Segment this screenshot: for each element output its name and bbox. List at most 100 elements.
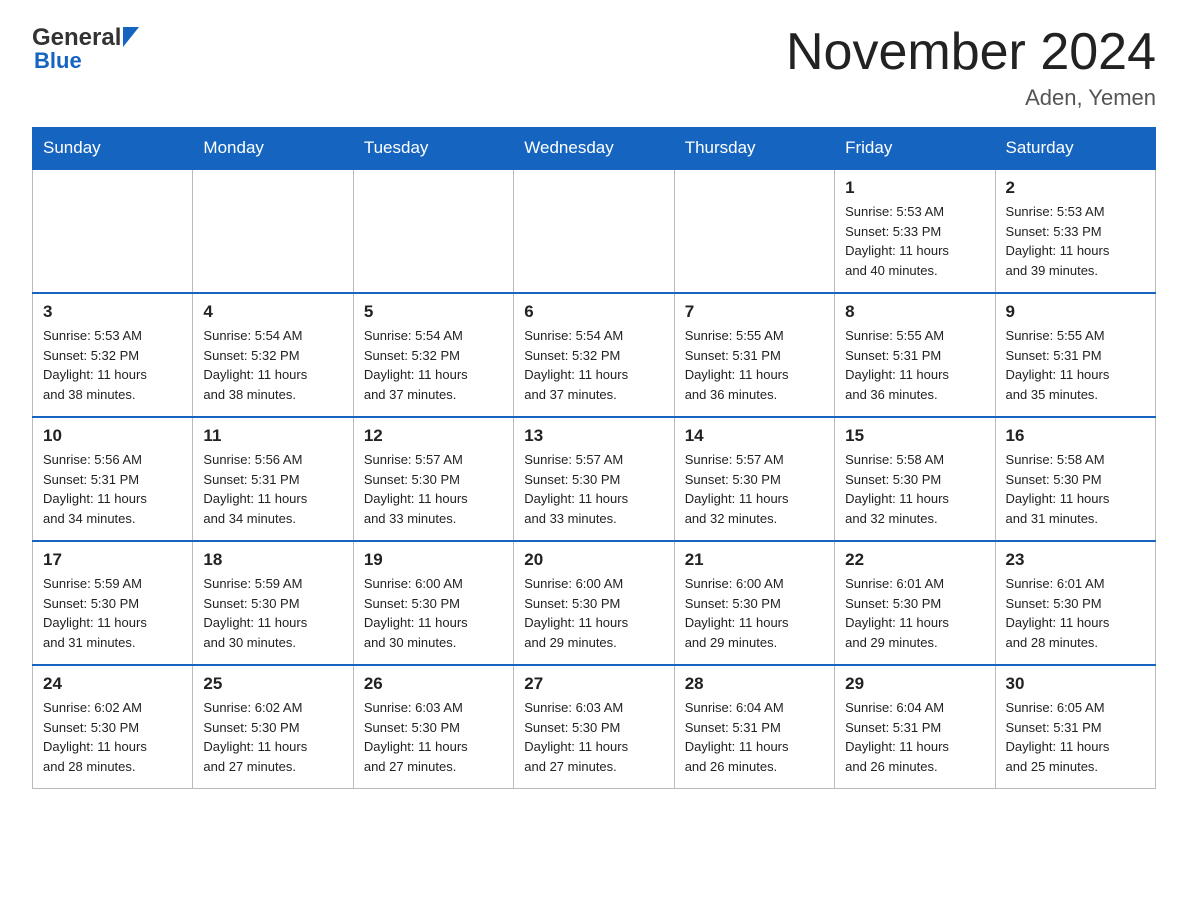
day-number: 18: [203, 550, 342, 570]
day-number: 19: [364, 550, 503, 570]
day-number: 1: [845, 178, 984, 198]
day-number: 17: [43, 550, 182, 570]
day-number: 24: [43, 674, 182, 694]
day-number: 9: [1006, 302, 1145, 322]
day-info: Sunrise: 5:54 AM Sunset: 5:32 PM Dayligh…: [524, 326, 663, 404]
day-info: Sunrise: 5:53 AM Sunset: 5:32 PM Dayligh…: [43, 326, 182, 404]
calendar-cell: 7Sunrise: 5:55 AM Sunset: 5:31 PM Daylig…: [674, 293, 834, 417]
calendar-cell: 8 Sunrise: 5:55 AM Sunset: 5:31 PM Daylig…: [835, 293, 995, 417]
calendar-cell: [514, 169, 674, 293]
day-number: 12: [364, 426, 503, 446]
day-number: 22: [845, 550, 984, 570]
calendar-week-row: 1 Sunrise: 5:53 AM Sunset: 5:33 PM Daylig…: [33, 169, 1156, 293]
day-number: 3: [43, 302, 182, 322]
day-info: Sunrise: 5:55 AM Sunset: 5:31 PM Dayligh…: [845, 326, 984, 404]
calendar-cell: 18Sunrise: 5:59 AM Sunset: 5:30 PM Dayli…: [193, 541, 353, 665]
day-number: 11: [203, 426, 342, 446]
calendar-cell: 21 Sunrise: 6:00 AM Sunset: 5:30 PM Dayli…: [674, 541, 834, 665]
day-number: 27: [524, 674, 663, 694]
calendar-cell: 9 Sunrise: 5:55 AM Sunset: 5:31 PM Daylig…: [995, 293, 1155, 417]
day-info: Sunrise: 5:53 AM Sunset: 5:33 PM Dayligh…: [845, 202, 984, 280]
calendar-cell: 24Sunrise: 6:02 AM Sunset: 5:30 PM Dayli…: [33, 665, 193, 789]
calendar-cell: [674, 169, 834, 293]
column-header-saturday: Saturday: [995, 128, 1155, 170]
day-number: 28: [685, 674, 824, 694]
column-header-friday: Friday: [835, 128, 995, 170]
logo-blue-text: Blue: [34, 48, 82, 74]
column-header-monday: Monday: [193, 128, 353, 170]
page-header: General Blue November 2024 Aden, Yemen: [32, 24, 1156, 111]
day-number: 7: [685, 302, 824, 322]
title-area: November 2024 Aden, Yemen: [786, 24, 1156, 111]
column-header-thursday: Thursday: [674, 128, 834, 170]
day-info: Sunrise: 6:04 AM Sunset: 5:31 PM Dayligh…: [685, 698, 824, 776]
calendar-cell: 25Sunrise: 6:02 AM Sunset: 5:30 PM Dayli…: [193, 665, 353, 789]
day-number: 26: [364, 674, 503, 694]
calendar-cell: 22 Sunrise: 6:01 AM Sunset: 5:30 PM Dayli…: [835, 541, 995, 665]
day-info: Sunrise: 6:00 AM Sunset: 5:30 PM Dayligh…: [524, 574, 663, 652]
calendar-cell: 17 Sunrise: 5:59 AM Sunset: 5:30 PM Dayli…: [33, 541, 193, 665]
calendar-cell: 27 Sunrise: 6:03 AM Sunset: 5:30 PM Dayli…: [514, 665, 674, 789]
day-number: 30: [1006, 674, 1145, 694]
calendar-cell: 12 Sunrise: 5:57 AM Sunset: 5:30 PM Dayli…: [353, 417, 513, 541]
calendar-cell: 4Sunrise: 5:54 AM Sunset: 5:32 PM Daylig…: [193, 293, 353, 417]
day-info: Sunrise: 5:59 AM Sunset: 5:30 PM Dayligh…: [43, 574, 182, 652]
day-number: 21: [685, 550, 824, 570]
calendar-cell: 15Sunrise: 5:58 AM Sunset: 5:30 PM Dayli…: [835, 417, 995, 541]
calendar-cell: 14 Sunrise: 5:57 AM Sunset: 5:30 PM Dayli…: [674, 417, 834, 541]
day-info: Sunrise: 6:01 AM Sunset: 5:30 PM Dayligh…: [845, 574, 984, 652]
column-header-tuesday: Tuesday: [353, 128, 513, 170]
calendar-cell: 16 Sunrise: 5:58 AM Sunset: 5:30 PM Dayli…: [995, 417, 1155, 541]
calendar-cell: 6Sunrise: 5:54 AM Sunset: 5:32 PM Daylig…: [514, 293, 674, 417]
calendar-table: SundayMondayTuesdayWednesdayThursdayFrid…: [32, 127, 1156, 789]
day-info: Sunrise: 6:04 AM Sunset: 5:31 PM Dayligh…: [845, 698, 984, 776]
calendar-header-row: SundayMondayTuesdayWednesdayThursdayFrid…: [33, 128, 1156, 170]
calendar-cell: 2 Sunrise: 5:53 AM Sunset: 5:33 PM Daylig…: [995, 169, 1155, 293]
day-info: Sunrise: 5:54 AM Sunset: 5:32 PM Dayligh…: [364, 326, 503, 404]
day-number: 15: [845, 426, 984, 446]
day-number: 2: [1006, 178, 1145, 198]
calendar-cell: 3 Sunrise: 5:53 AM Sunset: 5:32 PM Daylig…: [33, 293, 193, 417]
calendar-cell: [33, 169, 193, 293]
day-number: 8: [845, 302, 984, 322]
day-number: 13: [524, 426, 663, 446]
calendar-cell: 1 Sunrise: 5:53 AM Sunset: 5:33 PM Daylig…: [835, 169, 995, 293]
day-info: Sunrise: 5:58 AM Sunset: 5:30 PM Dayligh…: [1006, 450, 1145, 528]
day-info: Sunrise: 5:55 AM Sunset: 5:31 PM Dayligh…: [1006, 326, 1145, 404]
calendar-week-row: 10 Sunrise: 5:56 AM Sunset: 5:31 PM Dayli…: [33, 417, 1156, 541]
day-info: Sunrise: 6:03 AM Sunset: 5:30 PM Dayligh…: [364, 698, 503, 776]
day-number: 16: [1006, 426, 1145, 446]
column-header-sunday: Sunday: [33, 128, 193, 170]
calendar-week-row: 24Sunrise: 6:02 AM Sunset: 5:30 PM Dayli…: [33, 665, 1156, 789]
day-info: Sunrise: 5:57 AM Sunset: 5:30 PM Dayligh…: [364, 450, 503, 528]
calendar-cell: 30 Sunrise: 6:05 AM Sunset: 5:31 PM Dayli…: [995, 665, 1155, 789]
day-info: Sunrise: 6:00 AM Sunset: 5:30 PM Dayligh…: [364, 574, 503, 652]
day-number: 29: [845, 674, 984, 694]
day-info: Sunrise: 6:05 AM Sunset: 5:31 PM Dayligh…: [1006, 698, 1145, 776]
day-info: Sunrise: 6:00 AM Sunset: 5:30 PM Dayligh…: [685, 574, 824, 652]
calendar-cell: 5Sunrise: 5:54 AM Sunset: 5:32 PM Daylig…: [353, 293, 513, 417]
calendar-cell: 26 Sunrise: 6:03 AM Sunset: 5:30 PM Dayli…: [353, 665, 513, 789]
day-info: Sunrise: 5:57 AM Sunset: 5:30 PM Dayligh…: [524, 450, 663, 528]
calendar-cell: 28 Sunrise: 6:04 AM Sunset: 5:31 PM Dayli…: [674, 665, 834, 789]
calendar-week-row: 17 Sunrise: 5:59 AM Sunset: 5:30 PM Dayli…: [33, 541, 1156, 665]
day-info: Sunrise: 5:53 AM Sunset: 5:33 PM Dayligh…: [1006, 202, 1145, 280]
column-header-wednesday: Wednesday: [514, 128, 674, 170]
calendar-title: November 2024: [786, 24, 1156, 81]
calendar-cell: 19 Sunrise: 6:00 AM Sunset: 5:30 PM Dayli…: [353, 541, 513, 665]
day-number: 4: [203, 302, 342, 322]
calendar-cell: 13 Sunrise: 5:57 AM Sunset: 5:30 PM Dayli…: [514, 417, 674, 541]
day-number: 14: [685, 426, 824, 446]
day-number: 25: [203, 674, 342, 694]
calendar-cell: 20Sunrise: 6:00 AM Sunset: 5:30 PM Dayli…: [514, 541, 674, 665]
calendar-cell: 10 Sunrise: 5:56 AM Sunset: 5:31 PM Dayli…: [33, 417, 193, 541]
day-info: Sunrise: 5:57 AM Sunset: 5:30 PM Dayligh…: [685, 450, 824, 528]
day-info: Sunrise: 5:56 AM Sunset: 5:31 PM Dayligh…: [203, 450, 342, 528]
day-info: Sunrise: 6:03 AM Sunset: 5:30 PM Dayligh…: [524, 698, 663, 776]
calendar-week-row: 3 Sunrise: 5:53 AM Sunset: 5:32 PM Daylig…: [33, 293, 1156, 417]
day-number: 10: [43, 426, 182, 446]
day-info: Sunrise: 5:56 AM Sunset: 5:31 PM Dayligh…: [43, 450, 182, 528]
calendar-subtitle: Aden, Yemen: [786, 85, 1156, 111]
calendar-cell: 29 Sunrise: 6:04 AM Sunset: 5:31 PM Dayli…: [835, 665, 995, 789]
calendar-cell: 11 Sunrise: 5:56 AM Sunset: 5:31 PM Dayli…: [193, 417, 353, 541]
